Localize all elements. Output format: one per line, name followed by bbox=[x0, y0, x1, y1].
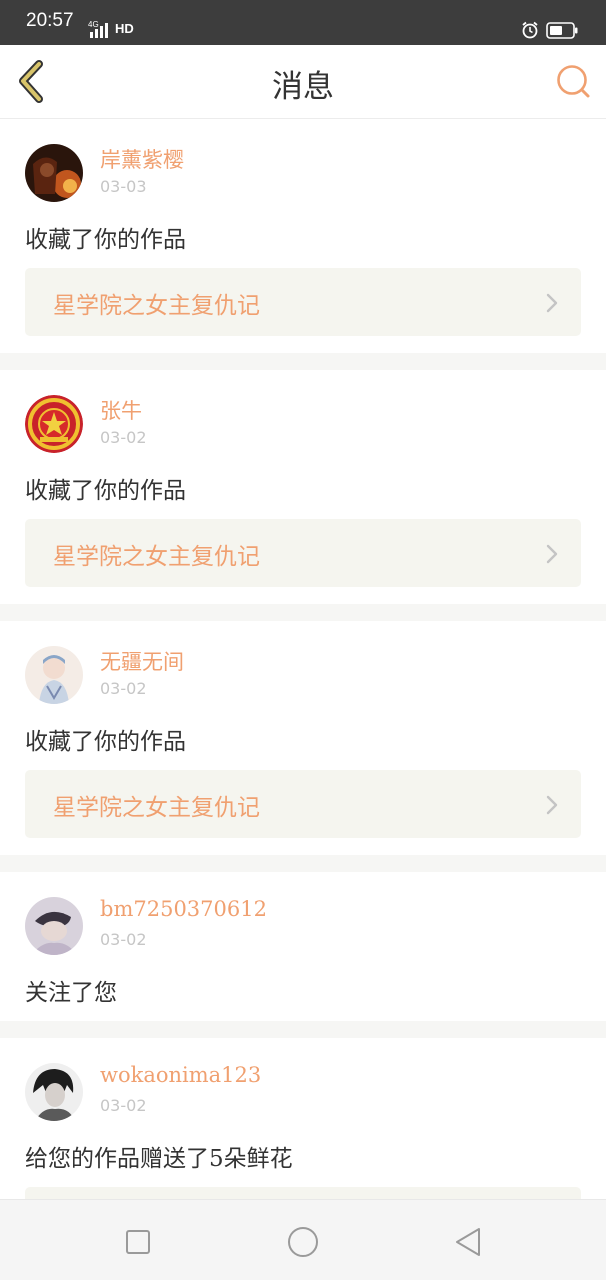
system-nav-bar bbox=[0, 1199, 606, 1280]
message-date: 03-03 bbox=[100, 177, 147, 196]
app-header: 消息 bbox=[0, 45, 606, 119]
work-title: 星学院之女主复仇记 bbox=[53, 544, 260, 570]
avatar[interactable] bbox=[25, 144, 83, 202]
message-text: 收藏了你的作品 bbox=[25, 729, 186, 755]
page-title: 消息 bbox=[272, 69, 334, 105]
chevron-right-icon bbox=[546, 293, 558, 313]
avatar[interactable] bbox=[25, 646, 83, 704]
alarm-icon bbox=[522, 21, 538, 39]
username[interactable]: 张牛 bbox=[100, 395, 142, 425]
message-date: 03-02 bbox=[100, 428, 147, 447]
work-title: 星学院之女主复仇记 bbox=[53, 293, 260, 319]
status-time: 20:57 bbox=[26, 10, 74, 31]
chevron-right-icon bbox=[546, 795, 558, 815]
recent-apps-icon[interactable] bbox=[118, 1222, 158, 1262]
message-text: 收藏了你的作品 bbox=[25, 227, 186, 253]
avatar[interactable] bbox=[25, 897, 83, 955]
message-item[interactable]: bm7250370612 03-02 关注了您 bbox=[0, 872, 606, 1021]
home-icon[interactable] bbox=[283, 1222, 323, 1262]
message-item[interactable]: 无疆无间 03-02 收藏了你的作品 星学院之女主复仇记 bbox=[0, 621, 606, 855]
message-text: 给您的作品赠送了5朵鲜花 bbox=[25, 1146, 293, 1172]
message-text: 收藏了你的作品 bbox=[25, 478, 186, 504]
avatar[interactable] bbox=[25, 395, 83, 453]
username[interactable]: 岸薰紫樱 bbox=[100, 144, 184, 174]
status-bar: 20:57 4G HD bbox=[0, 0, 606, 45]
message-list[interactable]: 岸薰紫樱 03-03 收藏了你的作品 星学院之女主复仇记 张牛 03-02 收藏… bbox=[0, 119, 606, 1199]
message-date: 03-02 bbox=[100, 679, 147, 698]
work-link[interactable]: 星学院之女主复仇记 bbox=[25, 770, 581, 838]
message-item[interactable]: 张牛 03-02 收藏了你的作品 星学院之女主复仇记 bbox=[0, 370, 606, 604]
work-link[interactable]: 星学院之女主复仇记 bbox=[25, 519, 581, 587]
message-item[interactable]: wokaonima123 03-02 给您的作品赠送了5朵鲜花 bbox=[0, 1038, 606, 1199]
username[interactable]: bm7250370612 bbox=[100, 897, 267, 921]
message-date: 03-02 bbox=[100, 1096, 147, 1115]
search-icon[interactable] bbox=[553, 61, 593, 101]
username[interactable]: 无疆无间 bbox=[100, 646, 184, 676]
work-link[interactable]: 星学院之女主复仇记 bbox=[25, 268, 581, 336]
message-text: 关注了您 bbox=[25, 980, 117, 1006]
message-item[interactable]: 岸薰紫樱 03-03 收藏了你的作品 星学院之女主复仇记 bbox=[0, 119, 606, 353]
battery-icon bbox=[546, 22, 578, 39]
back-icon[interactable] bbox=[448, 1222, 488, 1262]
username[interactable]: wokaonima123 bbox=[100, 1063, 261, 1087]
message-date: 03-02 bbox=[100, 930, 147, 949]
work-title: 星学院之女主复仇记 bbox=[53, 795, 260, 821]
chevron-right-icon bbox=[546, 544, 558, 564]
avatar[interactable] bbox=[25, 1063, 83, 1121]
signal-icon bbox=[90, 22, 114, 38]
work-link[interactable] bbox=[25, 1187, 581, 1199]
hd-label: HD bbox=[115, 21, 134, 36]
